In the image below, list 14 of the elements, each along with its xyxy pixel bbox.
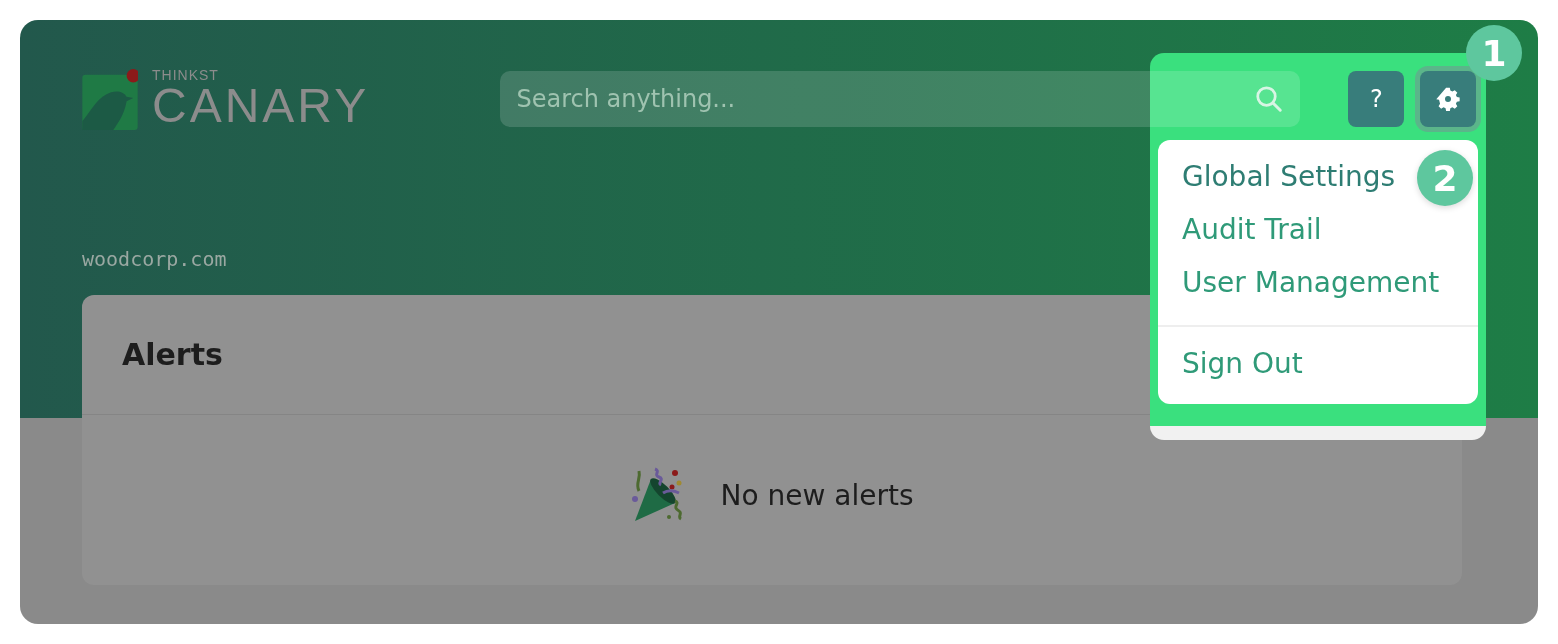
search-icon: [1254, 84, 1285, 114]
logo-title: CANARY: [152, 82, 370, 130]
tenant-name: woodcorp.com: [82, 247, 228, 271]
menu-item[interactable]: Global Settings: [1158, 150, 1420, 203]
menu-item[interactable]: Sign Out: [1158, 337, 1327, 390]
help-button[interactable]: ?: [1348, 71, 1405, 127]
menu-item[interactable]: Audit Trail: [1158, 203, 1346, 256]
alerts-title: Alerts: [122, 337, 223, 372]
step-badge: 1: [1466, 25, 1522, 81]
bird-logo-icon: [82, 68, 138, 130]
logo-subtitle: THINKST: [152, 68, 220, 82]
menu-item[interactable]: User Management: [1158, 256, 1464, 309]
settings-icon: [1436, 87, 1461, 111]
empty-message: No new alerts: [720, 478, 914, 512]
